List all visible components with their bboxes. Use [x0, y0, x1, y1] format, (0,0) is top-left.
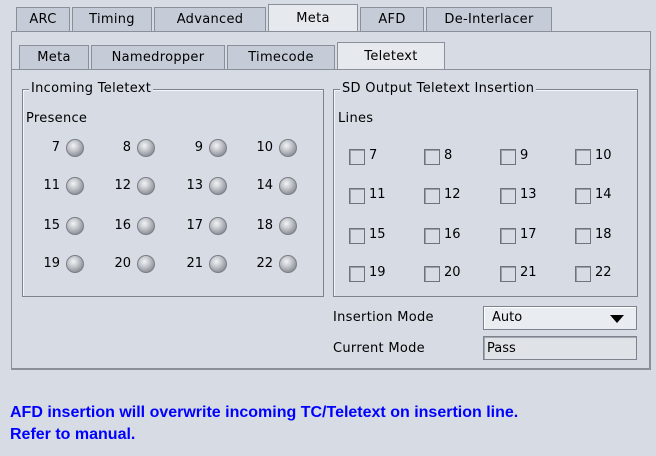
presence-led-icon [66, 255, 84, 273]
lines-label: Lines [338, 111, 374, 126]
insertion-line-label: 20 [444, 265, 461, 280]
presence-led-icon [66, 177, 84, 195]
presence-led-icon [279, 217, 297, 235]
insertion-line-checkbox[interactable] [575, 188, 591, 204]
presence-label: Presence [26, 111, 88, 126]
presence-line-number: 15 [43, 218, 60, 233]
warning-line-1: AFD insertion will overwrite incoming TC… [10, 404, 519, 421]
presence-line-number: 7 [51, 140, 60, 155]
presence-line-number: 20 [114, 256, 131, 271]
dropdown-arrow-icon[interactable] [610, 315, 624, 323]
insertion-line-checkbox[interactable] [349, 266, 365, 282]
insertion-line-label: 14 [595, 187, 612, 202]
subtab-meta[interactable]: Meta [19, 45, 89, 69]
presence-led-icon [209, 255, 227, 273]
incoming-teletext-title: Incoming Teletext [29, 81, 154, 96]
presence-led-icon [279, 255, 297, 273]
insertion-line-label: 8 [444, 148, 453, 163]
insertion-line-checkbox[interactable] [424, 188, 440, 204]
presence-led-icon [66, 217, 84, 235]
sd-output-insertion-title: SD Output Teletext Insertion [340, 81, 537, 96]
insertion-line-label: 15 [369, 227, 386, 242]
presence-line-number: 10 [256, 140, 273, 155]
insertion-mode-select[interactable]: Auto [483, 306, 637, 330]
afd-warning-note: AFD insertion will overwrite incoming TC… [10, 402, 650, 446]
presence-led-icon [209, 217, 227, 235]
insertion-line-checkbox[interactable] [500, 266, 516, 282]
presence-line-number: 14 [256, 178, 273, 193]
presence-line-number: 21 [186, 256, 203, 271]
insertion-line-checkbox[interactable] [349, 149, 365, 165]
insertion-line-label: 19 [369, 265, 386, 280]
insertion-line-checkbox[interactable] [575, 228, 591, 244]
presence-led-icon [137, 217, 155, 235]
insertion-line-label: 11 [369, 187, 386, 202]
presence-led-icon [137, 177, 155, 195]
presence-led-icon [66, 139, 84, 157]
presence-line-number: 16 [114, 218, 131, 233]
insertion-line-checkbox[interactable] [500, 228, 516, 244]
presence-line-number: 17 [186, 218, 203, 233]
subtab-namedropper[interactable]: Namedropper [91, 45, 225, 69]
presence-line-number: 9 [194, 140, 203, 155]
presence-led-icon [137, 255, 155, 273]
presence-line-number: 8 [122, 140, 131, 155]
insertion-mode-value: Auto [492, 310, 523, 325]
subtab-teletext[interactable]: Teletext [337, 42, 445, 69]
insertion-mode-label: Insertion Mode [333, 310, 434, 325]
insertion-line-checkbox[interactable] [500, 188, 516, 204]
tab-meta[interactable]: Meta [268, 4, 358, 31]
presence-line-number: 18 [256, 218, 273, 233]
presence-led-icon [279, 139, 297, 157]
insertion-line-label: 18 [595, 227, 612, 242]
presence-line-number: 12 [114, 178, 131, 193]
presence-line-number: 19 [43, 256, 60, 271]
insertion-line-checkbox[interactable] [424, 266, 440, 282]
tab-de-interlacer[interactable]: De-Interlacer [426, 7, 552, 31]
presence-led-icon [209, 177, 227, 195]
insertion-line-label: 10 [595, 148, 612, 163]
tab-timing[interactable]: Timing [72, 7, 152, 31]
current-mode-value: Pass [487, 341, 516, 356]
tab-advanced[interactable]: Advanced [154, 7, 266, 31]
current-mode-field: Pass [483, 336, 637, 360]
insertion-line-label: 7 [369, 148, 378, 163]
insertion-line-checkbox[interactable] [575, 149, 591, 165]
tab-afd[interactable]: AFD [360, 7, 424, 31]
presence-line-number: 11 [43, 178, 60, 193]
presence-line-number: 13 [186, 178, 203, 193]
presence-led-icon [279, 177, 297, 195]
warning-line-2: Refer to manual. [10, 426, 136, 443]
subtab-timecode[interactable]: Timecode [227, 45, 335, 69]
presence-led-icon [137, 139, 155, 157]
insertion-line-label: 16 [444, 227, 461, 242]
presence-line-number: 22 [256, 256, 273, 271]
insertion-line-label: 22 [595, 265, 612, 280]
tab-arc[interactable]: ARC [16, 7, 70, 31]
insertion-line-label: 21 [520, 265, 537, 280]
current-mode-label: Current Mode [333, 341, 425, 356]
insertion-line-checkbox[interactable] [349, 228, 365, 244]
insertion-line-checkbox[interactable] [500, 149, 516, 165]
insertion-line-label: 17 [520, 227, 537, 242]
insertion-line-label: 9 [520, 148, 529, 163]
insertion-line-checkbox[interactable] [424, 149, 440, 165]
insertion-line-label: 12 [444, 187, 461, 202]
presence-led-icon [209, 139, 227, 157]
insertion-line-label: 13 [520, 187, 537, 202]
insertion-line-checkbox[interactable] [424, 228, 440, 244]
insertion-line-checkbox[interactable] [349, 188, 365, 204]
insertion-line-checkbox[interactable] [575, 266, 591, 282]
